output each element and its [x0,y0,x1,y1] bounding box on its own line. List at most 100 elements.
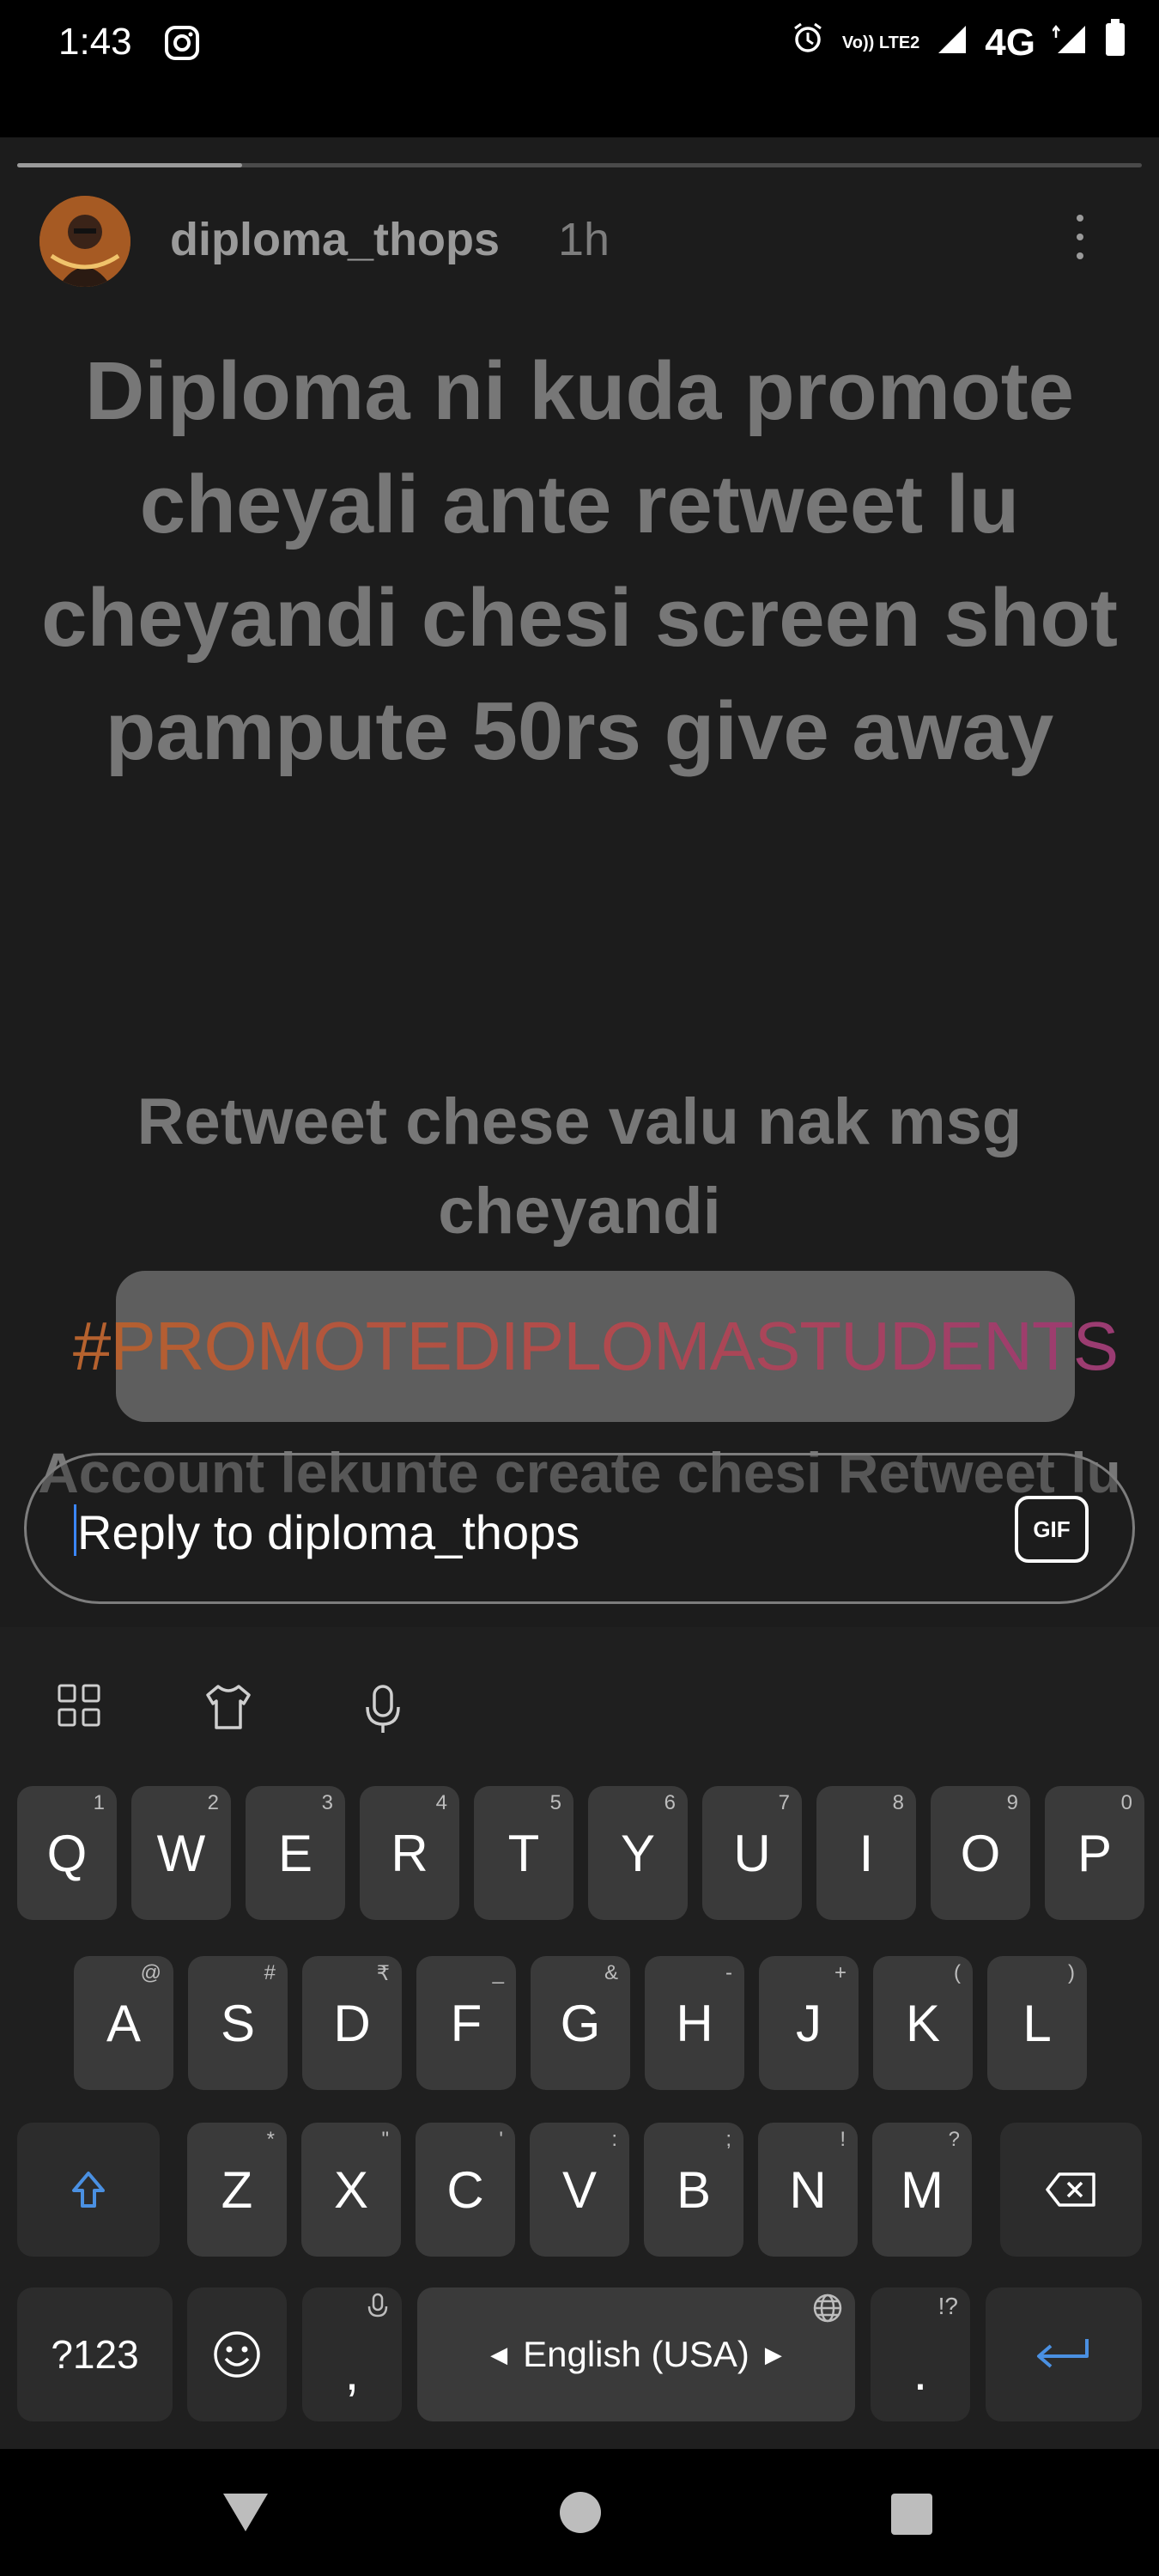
key-label: Y [620,1824,656,1882]
key-hint: 0 [1120,1791,1132,1814]
key-f[interactable]: F _ [416,1956,516,2090]
story-username[interactable]: diploma_thops [170,213,500,266]
key-hint: " [381,2128,389,2151]
key-label: B [676,2160,712,2219]
key-label: I [859,1824,874,1882]
key-n[interactable]: N! [758,2123,858,2257]
key-hint: & [604,1961,618,1984]
avatar[interactable] [39,196,130,287]
key-h[interactable]: H- [645,1956,744,2090]
key-hint: ( [954,1961,961,1984]
key-label: S [220,1994,256,2052]
key-v[interactable]: V: [530,2123,629,2257]
key-hint: @ [140,1961,161,1984]
key-hint: 9 [1006,1791,1018,1814]
microphone-icon[interactable] [361,1683,405,1739]
enter-key[interactable] [986,2287,1142,2421]
globe-icon [812,2293,843,2330]
key-p[interactable]: P0 [1045,1786,1144,1920]
key-hint: 6 [664,1791,676,1814]
key-label: K [905,1994,941,2052]
story-time: 1h [558,214,610,265]
key-hint: 8 [892,1791,904,1814]
volte-icon: Vo)) LTE2 [841,33,920,52]
key-y[interactable]: Y6 [588,1786,688,1920]
key-i[interactable]: I8 [816,1786,916,1920]
key-label: G [560,1994,601,2052]
key-label: F [450,1994,482,2052]
key-hint: 1 [93,1791,105,1814]
grid-icon[interactable] [57,1683,101,1732]
key-s[interactable]: S # [188,1956,288,2090]
key-e[interactable]: E3 [246,1786,345,1920]
status-time: 1:43 [58,21,132,63]
home-icon[interactable] [558,2490,603,2539]
key-m[interactable]: M? [872,2123,972,2257]
key-label: J [796,1994,822,2052]
key-hint: # [264,1961,276,1984]
instagram-icon [163,24,201,66]
key-label: Z [221,2160,253,2219]
recents-icon[interactable] [889,2492,934,2541]
key-hint: _ [492,1961,504,1984]
key-u[interactable]: U7 [702,1786,802,1920]
story-subheadline: Retweet chese valu nak msg cheyandi [137,1085,1022,1248]
key-w[interactable]: W2 [131,1786,231,1920]
period-label: . [913,2342,928,2401]
key-hint: 3 [321,1791,333,1814]
back-icon[interactable] [220,2490,271,2539]
key-j[interactable]: J + [759,1956,859,2090]
key-label: A [106,1994,142,2052]
symbols-key[interactable]: ?123 [17,2287,173,2421]
key-label: E [277,1824,313,1882]
battery-icon [1104,19,1126,66]
comma-label: , [344,2342,360,2401]
data-arrows-icon [1052,21,1087,64]
key-hint: ! [840,2128,846,2151]
key-g[interactable]: G & [531,1956,630,2090]
key-c[interactable]: C ' [416,2123,515,2257]
key-q[interactable]: Q1 [17,1786,117,1920]
key-z[interactable]: Z * [187,2123,287,2257]
key-hint: ₹ [376,1962,390,1985]
reply-placeholder[interactable]: Reply to diploma_thops [77,1504,580,1560]
key-label: R [391,1824,428,1882]
navigation-bar [0,2449,1159,2576]
key-x[interactable]: X " [301,2123,401,2257]
space-key[interactable]: ◀ English (USA) ▶ [417,2287,855,2421]
key-label: P [1077,1824,1113,1882]
network-label: 4G [985,21,1035,64]
key-k[interactable]: K( [873,1956,973,2090]
key-b[interactable]: B; [644,2123,743,2257]
period-hint: !? [938,2293,958,2319]
key-hint: ? [948,2128,960,2151]
key-o[interactable]: O9 [931,1786,1030,1920]
key-label: T [507,1824,540,1882]
shift-key[interactable] [17,2123,160,2257]
key-hint: * [266,2128,275,2151]
story-viewer[interactable]: diploma_thops 1h Diploma ni kuda promote… [0,137,1159,1631]
more-options-icon[interactable] [1073,215,1087,271]
theme-icon[interactable] [203,1683,254,1735]
key-r[interactable]: R4 [360,1786,459,1920]
period-key[interactable]: . !? [871,2287,970,2421]
key-hint: - [725,1961,732,1984]
status-bar: 1:43 Vo)) LTE2 4G [0,0,1159,86]
emoji-key[interactable] [187,2287,287,2421]
backspace-key[interactable] [1000,2123,1142,2257]
key-d[interactable]: D ₹ [302,1956,402,2090]
key-l[interactable]: L) [987,1956,1087,2090]
gif-button[interactable]: GIF [1015,1496,1089,1563]
key-label: V [561,2160,598,2219]
key-a[interactable]: A @ [74,1956,173,2090]
key-t[interactable]: T5 [474,1786,573,1920]
key-label: X [333,2160,369,2219]
key-hint: 7 [778,1791,790,1814]
hashtag-sticker[interactable]: #PROMOTEDIPLOMASTUDENTS [73,1271,1119,1422]
key-label: M [901,2160,944,2219]
comma-key[interactable]: , [302,2287,402,2421]
text-caret [74,1504,76,1556]
signal-icon [937,21,968,64]
story-progress-fill [17,163,242,167]
story-headline: Diploma ni kuda promote cheyali ante ret… [41,345,1118,777]
